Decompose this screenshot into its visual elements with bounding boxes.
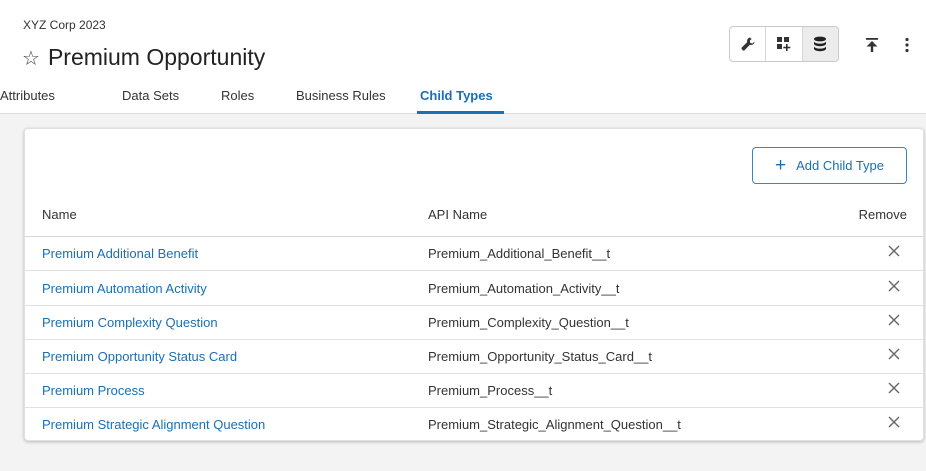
database-button[interactable] xyxy=(802,27,838,61)
upload-to-top-button[interactable] xyxy=(860,32,884,58)
more-vertical-icon xyxy=(905,37,909,53)
remove-icon[interactable] xyxy=(887,381,901,398)
remove-icon[interactable] xyxy=(887,347,901,364)
star-outline-icon[interactable]: ☆ xyxy=(22,48,40,68)
child-types-card: + Add Child Type Name API Name Remove Pr… xyxy=(24,128,924,441)
table-row: Premium Opportunity Status Card Premium_… xyxy=(25,340,923,374)
tab-business-rules[interactable]: Business Rules xyxy=(296,86,386,114)
more-options-button[interactable] xyxy=(897,32,917,58)
child-type-api-name: Premium_Additional_Benefit__t xyxy=(428,246,611,261)
child-type-api-name: Premium_Complexity_Question__t xyxy=(428,315,629,330)
child-type-name-link[interactable]: Premium Additional Benefit xyxy=(42,246,198,261)
title-row: ☆ Premium Opportunity xyxy=(22,44,265,71)
child-type-api-name: Premium_Strategic_Alignment_Question__t xyxy=(428,417,681,432)
child-type-name-link[interactable]: Premium Process xyxy=(42,383,145,398)
table-row: Premium Automation Activity Premium_Auto… xyxy=(25,272,923,306)
table-header: Name API Name Remove xyxy=(25,207,923,237)
tab-data-sets[interactable]: Data Sets xyxy=(122,86,179,114)
child-type-api-name: Premium_Opportunity_Status_Card__t xyxy=(428,349,653,364)
table-row: Premium Complexity Question Premium_Comp… xyxy=(25,306,923,340)
database-icon xyxy=(814,36,827,52)
page-header: XYZ Corp 2023 ☆ Premium Opportunity Attr… xyxy=(0,0,926,114)
column-remove-header: Remove xyxy=(858,207,907,222)
grid-add-icon xyxy=(776,37,791,51)
child-type-name-link[interactable]: Premium Automation Activity xyxy=(42,281,207,296)
view-toolbar xyxy=(729,26,839,62)
column-name-header: Name xyxy=(42,207,77,222)
remove-icon[interactable] xyxy=(887,279,901,296)
wrench-button[interactable] xyxy=(730,27,767,61)
remove-icon[interactable] xyxy=(887,244,901,261)
remove-icon[interactable] xyxy=(887,313,901,330)
wrench-icon xyxy=(741,37,755,51)
child-type-api-name: Premium_Process__t xyxy=(428,383,553,398)
org-name: XYZ Corp 2023 xyxy=(23,18,106,32)
plus-icon: + xyxy=(774,155,787,176)
add-child-type-label: Add Child Type xyxy=(796,158,885,173)
tab-roles[interactable]: Roles xyxy=(221,86,254,114)
child-type-name-link[interactable]: Premium Strategic Alignment Question xyxy=(42,417,265,432)
table-row: Premium Process Premium_Process__t xyxy=(25,374,923,408)
table-row: Premium Strategic Alignment Question Pre… xyxy=(25,408,923,442)
table-row: Premium Additional Benefit Premium_Addit… xyxy=(25,237,923,271)
tab-child-types[interactable]: Child Types xyxy=(417,86,504,114)
page-title: Premium Opportunity xyxy=(47,44,266,70)
grid-add-button[interactable] xyxy=(766,27,803,61)
add-child-type-button[interactable]: + Add Child Type xyxy=(752,147,907,184)
upload-to-top-icon xyxy=(866,38,878,52)
remove-icon[interactable] xyxy=(887,415,901,432)
child-type-name-link[interactable]: Premium Opportunity Status Card xyxy=(42,349,237,364)
child-type-api-name: Premium_Automation_Activity__t xyxy=(428,281,620,296)
tab-attributes[interactable]: Attributes xyxy=(0,86,55,114)
column-api-name-header: API Name xyxy=(428,207,488,222)
child-type-name-link[interactable]: Premium Complexity Question xyxy=(42,315,218,330)
